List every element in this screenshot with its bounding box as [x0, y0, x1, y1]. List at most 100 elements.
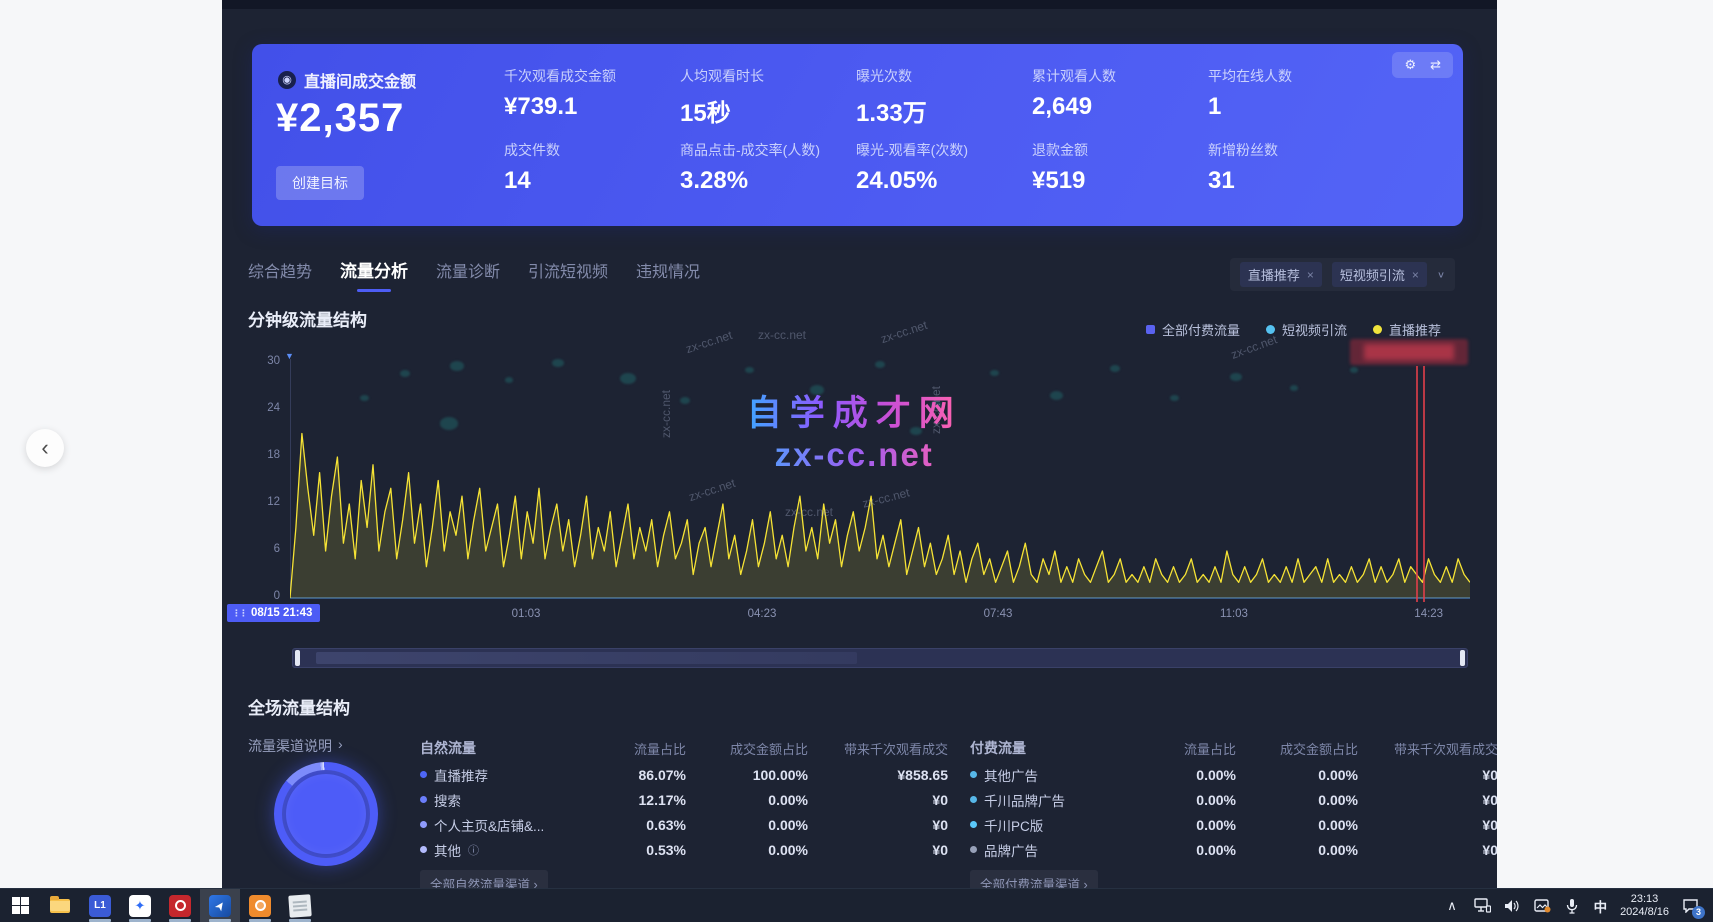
taskbar-app-blue[interactable]: ✦ — [120, 889, 160, 922]
column-header: 流量占比 — [1128, 739, 1236, 758]
table-title: 自然流量 — [420, 738, 578, 758]
minute-flow-chart[interactable]: ▼ 自学成才网 zx-cc.net zx-cc.netzx-cc.netzx-c… — [290, 355, 1470, 605]
chevron-up-icon[interactable]: ∧ — [1444, 897, 1461, 914]
taskbar-file-explorer[interactable] — [40, 889, 80, 922]
table-row: 搜索12.17%0.00%¥0 — [420, 787, 948, 812]
gmv-share: 0.00% — [1236, 817, 1358, 833]
hero-metric: 累计观看人数2,649 — [1032, 66, 1208, 136]
legend-marker — [1146, 325, 1155, 334]
chevron-left-icon: ‹ — [41, 435, 48, 460]
taskbar-app-icons: L1 ✦ ➤ — [0, 889, 320, 922]
gmv-per-k-views: ¥0 — [1358, 842, 1497, 858]
hero-metric: 曝光次数1.33万 — [856, 66, 1032, 136]
network-icon[interactable] — [1474, 897, 1491, 914]
y-axis-tick: 12 — [246, 496, 280, 508]
legend-label: 直播推荐 — [1389, 320, 1441, 339]
legend-item[interactable]: 全部付费流量 — [1146, 320, 1240, 339]
metric-label: 商品点击-成交率(人数) — [680, 140, 856, 160]
channel-filter-select[interactable]: 直播推荐× 短视频引流× ∨ — [1230, 258, 1455, 291]
traffic-share: 0.53% — [578, 842, 686, 858]
gmv-per-k-views: ¥0 — [808, 817, 948, 833]
channel-help-link[interactable]: 流量渠道说明 › — [248, 736, 343, 756]
drag-handle-icon: ⋮⋮ — [232, 608, 246, 619]
snip-tool-icon[interactable] — [1534, 897, 1551, 914]
settings-gear-icon[interactable]: ⚙ — [1404, 57, 1416, 73]
remove-tag-icon[interactable]: × — [1412, 268, 1419, 282]
traffic-share: 0.63% — [578, 817, 686, 833]
channel-dot-icon — [970, 846, 977, 853]
hero-metric: 平均在线人数1 — [1208, 66, 1384, 136]
system-tray: ∧ 中 23:13 2024/8/16 3 — [1444, 893, 1713, 919]
table-header-row: 付费流量流量占比成交金额占比带来千次观看成交 — [970, 734, 1497, 762]
hero-metric: 商品点击-成交率(人数)3.28% — [680, 140, 856, 210]
legend-label: 短视频引流 — [1282, 320, 1347, 339]
hero-metric: 人均观看时长15秒 — [680, 66, 856, 136]
hero-metric: 退款金额¥519 — [1032, 140, 1208, 210]
filter-chip[interactable]: 直播推荐× — [1240, 262, 1322, 287]
tab-3[interactable]: 流量诊断 — [436, 258, 500, 292]
start-menu-button[interactable] — [0, 889, 40, 922]
tab-5[interactable]: 违规情况 — [636, 258, 700, 292]
info-icon[interactable]: ⓘ — [468, 842, 479, 858]
all-channels-link[interactable]: 全部付费流量渠道 › — [970, 870, 1098, 888]
chart-zoom-scrollbar[interactable] — [292, 648, 1468, 668]
clock-time: 23:13 — [1620, 893, 1669, 906]
legend-item[interactable]: 短视频引流 — [1266, 320, 1347, 339]
taskbar-app-browser[interactable]: ➤ — [200, 889, 240, 922]
create-goal-button[interactable]: 创建目标 — [276, 166, 364, 200]
metric-label: 千次观看成交金额 — [504, 66, 680, 86]
gmv-per-k-views: ¥0 — [808, 842, 948, 858]
table-row: 千川品牌广告0.00%0.00%¥0 — [970, 787, 1497, 812]
y-axis-tick: 30 — [246, 355, 280, 367]
channel-help-text: 流量渠道说明 — [248, 736, 332, 756]
swap-icon[interactable]: ⇄ — [1430, 57, 1441, 73]
prev-image-button[interactable]: ‹ — [26, 429, 64, 467]
traffic-share: 0.00% — [1128, 842, 1236, 858]
taskbar-app-orange[interactable] — [240, 889, 280, 922]
legend-item[interactable]: 直播推荐 — [1373, 320, 1441, 339]
gmv-per-k-views: ¥0 — [1358, 817, 1497, 833]
taskbar-app-l1[interactable]: L1 — [80, 889, 120, 922]
notepad-icon — [288, 894, 311, 917]
metric-value: 24.05% — [856, 167, 1032, 195]
gmv-share: 0.00% — [1236, 792, 1358, 808]
taskbar-clock[interactable]: 23:13 2024/8/16 — [1620, 893, 1669, 919]
mini-watermark: zx-cc.net — [758, 328, 806, 342]
ime-indicator[interactable]: 中 — [1594, 896, 1608, 916]
filter-chip[interactable]: 短视频引流× — [1332, 262, 1427, 287]
table-row: 个人主页&店铺&...0.63%0.00%¥0 — [420, 812, 948, 837]
window-top-strip — [222, 0, 1497, 9]
taskbar-app-red[interactable] — [160, 889, 200, 922]
notification-badge: 3 — [1692, 906, 1705, 919]
tab-1[interactable]: 综合趋势 — [248, 258, 312, 292]
axis-marker-icon: ▼ — [285, 351, 294, 361]
microphone-icon[interactable] — [1564, 897, 1581, 914]
zoom-handle-right[interactable] — [1460, 650, 1465, 666]
metric-value: ¥519 — [1032, 167, 1208, 195]
blue-app-icon: ✦ — [129, 895, 151, 917]
orange-app-icon — [249, 895, 271, 917]
axis-pointer-time: 08/15 21:43 — [251, 607, 312, 619]
remove-tag-icon[interactable]: × — [1307, 268, 1314, 282]
mini-watermark: zx-cc.net — [684, 328, 734, 356]
y-axis-tick: 18 — [246, 449, 280, 461]
traffic-share: 12.17% — [578, 792, 686, 808]
metric-label: 累计观看人数 — [1032, 66, 1208, 86]
taskbar-notepad[interactable] — [280, 889, 320, 922]
axis-pointer-label[interactable]: ⋮⋮ 08/15 21:43 — [227, 604, 320, 622]
channel-label: 个人主页&店铺&... — [420, 815, 578, 835]
gmv-per-k-views: ¥0 — [808, 792, 948, 808]
volume-icon[interactable] — [1504, 897, 1521, 914]
notification-center[interactable]: 3 — [1682, 897, 1699, 914]
card-controls: ⚙ ⇄ — [1392, 52, 1453, 78]
y-axis-tick: 6 — [246, 543, 280, 555]
gmv-share: 0.00% — [686, 792, 808, 808]
channel-name: 个人主页&店铺&... — [434, 815, 544, 835]
primary-metric-label: 直播间成交金额 — [304, 68, 416, 92]
zoom-handle-left[interactable] — [295, 650, 300, 666]
all-channels-link[interactable]: 全部自然流量渠道 › — [420, 870, 548, 888]
primary-metric-value: ¥2,357 — [276, 96, 404, 141]
chevron-down-icon[interactable]: ∨ — [1437, 269, 1445, 279]
tab-4[interactable]: 引流短视频 — [528, 258, 608, 292]
tab-2[interactable]: 流量分析 — [340, 257, 408, 292]
